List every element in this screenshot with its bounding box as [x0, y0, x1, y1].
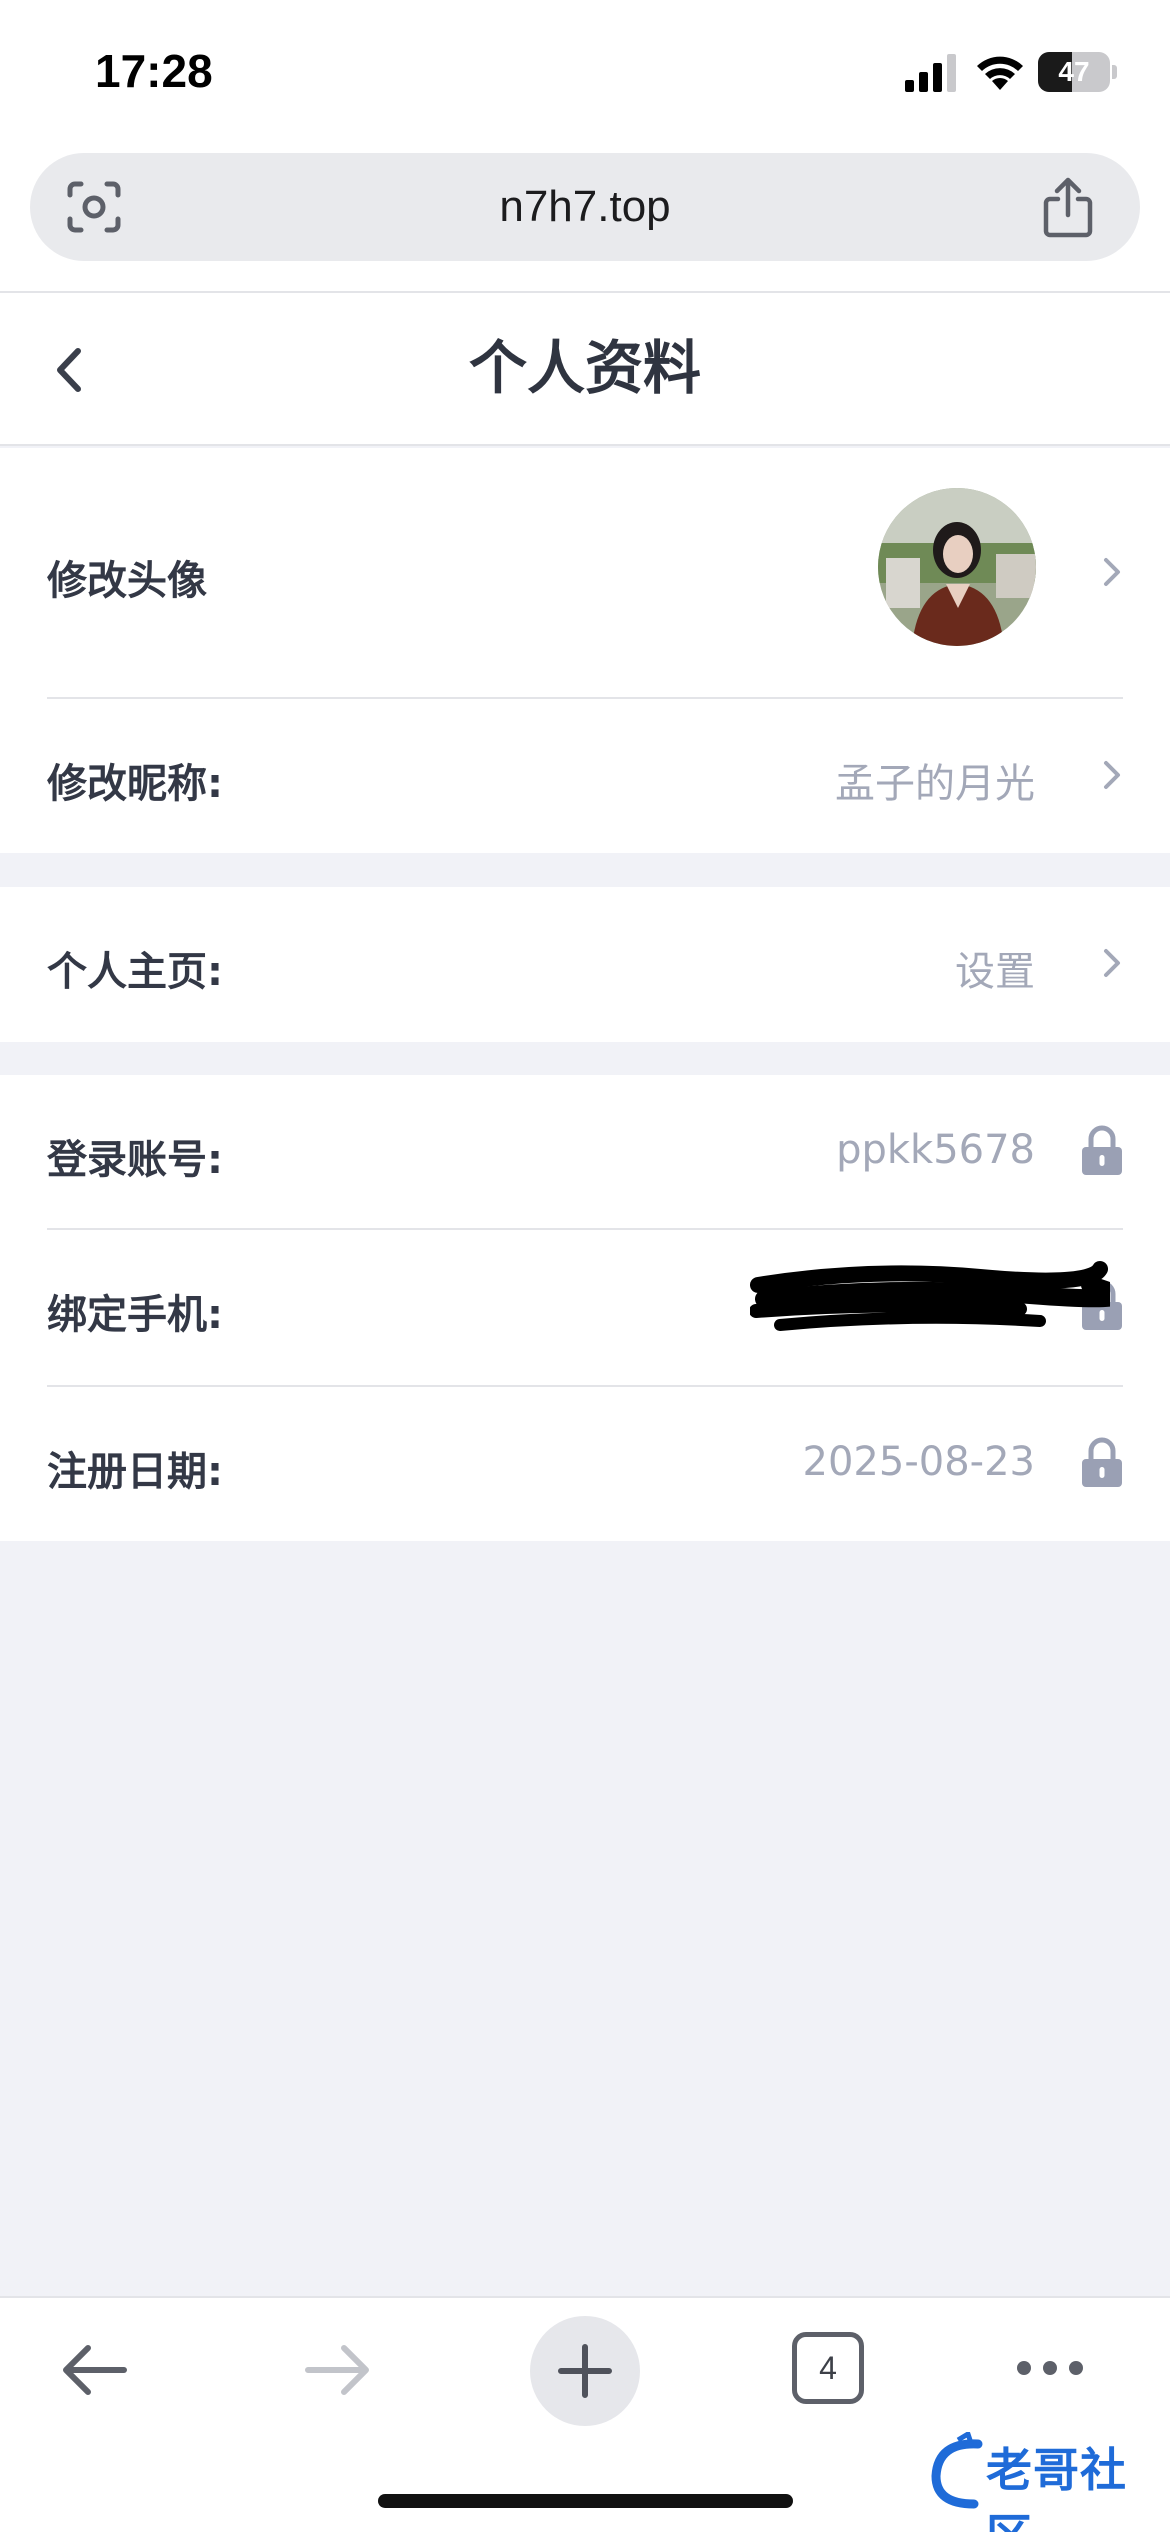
edit-nickname-row[interactable]: 修改昵称: 孟子的月光	[0, 699, 1170, 853]
register-date-row: 注册日期: 2025-08-23	[0, 1387, 1170, 1541]
page-title: 个人资料	[468, 334, 701, 402]
ellipsis-icon[interactable]	[1014, 2356, 1086, 2380]
dragon-logo-icon	[931, 2432, 983, 2509]
watermark-logo: 老哥社区	[928, 2432, 1160, 2532]
avatar[interactable]	[878, 488, 1036, 646]
register-date-value: 2025-08-23	[802, 1439, 1035, 1485]
register-date-label: 注册日期:	[47, 1449, 223, 1495]
wifi-icon	[977, 56, 1023, 90]
battery-level: 47	[1058, 56, 1090, 87]
home-indicator	[378, 2494, 793, 2508]
arrow-left-icon[interactable]	[58, 2340, 130, 2400]
homepage-row[interactable]: 个人主页: 设置	[0, 887, 1170, 1042]
nickname-value: 孟子的月光	[835, 761, 1035, 807]
edit-nickname-label: 修改昵称:	[47, 761, 223, 807]
address-bar[interactable]: n7h7.top	[30, 153, 1140, 261]
new-tab-button[interactable]	[530, 2316, 640, 2426]
status-time: 17:28	[95, 45, 213, 97]
share-icon[interactable]	[1040, 177, 1096, 239]
login-account-label: 登录账号:	[47, 1137, 223, 1183]
homepage-group: 个人主页: 设置	[0, 887, 1170, 1042]
cellular-signal-icon	[905, 54, 956, 92]
chevron-right-icon	[1104, 761, 1120, 789]
login-account-row: 登录账号: ppkk5678	[0, 1075, 1170, 1229]
redaction-scribble	[750, 1261, 1110, 1331]
edit-avatar-row[interactable]: 修改头像	[0, 448, 1170, 698]
watermark-text: 老哥社区	[986, 2443, 1127, 2532]
battery-indicator: 47	[1038, 52, 1118, 92]
arrow-right-icon[interactable]	[302, 2340, 374, 2400]
chevron-right-icon	[1104, 558, 1120, 586]
lock-icon	[1082, 1437, 1122, 1487]
homepage-label: 个人主页:	[47, 949, 223, 995]
tab-count: 4	[819, 2350, 837, 2386]
browser-address-area: n7h7.top	[0, 145, 1170, 291]
page-header: 个人资料	[0, 291, 1170, 446]
status-bar: 17:28 47	[0, 0, 1170, 145]
profile-basic-group: 修改头像 修改昵称: 孟子的月光	[0, 448, 1170, 853]
url-text: n7h7.top	[499, 182, 671, 231]
chevron-right-icon	[1104, 949, 1120, 977]
plus-icon	[558, 2344, 612, 2398]
tabs-overview-button[interactable]: 4	[792, 2332, 864, 2404]
login-account-value: ppkk5678	[836, 1127, 1035, 1173]
homepage-value: 设置	[955, 949, 1035, 995]
lock-icon	[1082, 1125, 1122, 1175]
edit-avatar-label: 修改头像	[47, 558, 207, 604]
bound-phone-label: 绑定手机:	[47, 1292, 223, 1338]
